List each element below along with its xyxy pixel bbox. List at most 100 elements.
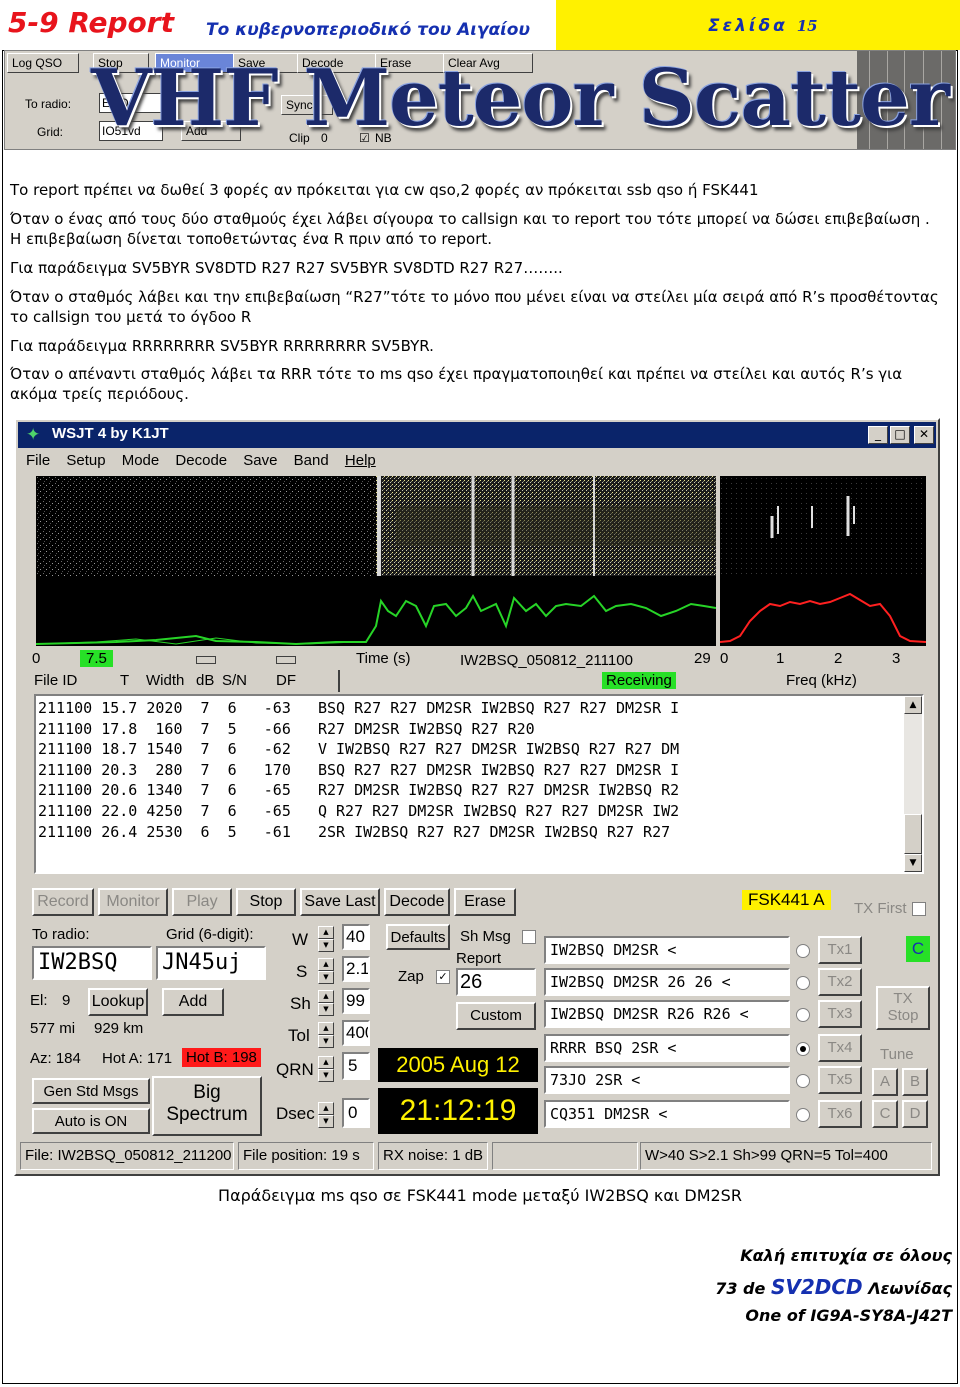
to-radio-field: IW2BSQ [32,946,152,980]
menu-file: File [26,452,51,469]
play-button: Play [172,888,232,916]
distance-km: 929 km [94,1020,144,1037]
banner-image: Log QSO Stop Monitor Save Decode Erase C… [4,50,956,150]
tx4-button: Tx4 [818,1034,862,1062]
mode-indicator: FSK441 A [742,890,831,910]
menu-decode: Decode [175,452,228,469]
decode-button: Decode [384,888,450,916]
param-w-label: W [292,930,309,949]
add-button: Add [162,988,224,1016]
param-dsec-spinner: ▲ ▼ [318,1102,334,1128]
magazine-subtitle: Το κυβερνοπεριοδικό του Αιγαίου [206,20,530,40]
banner-title: VHF Meteor Scatter [91,53,950,144]
scroll-up-icon: ▲ [904,696,922,714]
tx5-radio [796,1074,810,1088]
col-file-id: File ID [34,672,78,689]
azimuth: Az: 184 [30,1050,81,1067]
param-s-label: S [296,962,308,981]
header-page-box: Σελίδα 15 [556,0,960,50]
param-qrn-spinner: ▲ ▼ [318,1056,334,1082]
decoded-row: 211100 17.8 160 7 5 -66 R27 DM2SR IW2BSQ… [38,719,535,738]
status-file-position: File position: 19 s [238,1142,374,1170]
zap-label: Zap [398,968,424,985]
menu-band: Band [293,452,329,469]
sh-msg-label: Sh Msg [460,928,511,945]
a-button: A [872,1068,898,1096]
time-axis-slider-1 [196,656,216,664]
param-qrn-value: 5 [342,1052,370,1080]
time-axis-marker: 7.5 [80,650,113,667]
time-axis-label: Time (s) [356,650,411,667]
hot-a: Hot A: 171 [102,1050,173,1067]
tx2-message: IW2BSQ DM2SR 26 26 < [544,968,790,996]
col-df: DF [276,672,296,689]
decoded-row: 211100 18.7 1540 7 6 -62 V IW2BSQ R27 R2… [38,740,680,759]
monitor-button: Monitor [98,888,168,916]
freq-spectrum-graphic [720,476,926,643]
zap-checkbox: ✓ [436,970,450,984]
tx1-radio [796,944,810,958]
paragraph-confirmation: Όταν ο ένας από τους δύο σταθμούς έχει λ… [10,210,930,248]
time-spectrogram-graphic [36,476,716,646]
menu-setup: Setup [66,452,106,469]
d-button: D [902,1100,928,1128]
page-indicator: Σελίδα 15 [708,16,818,36]
grid-field: JN45uj [156,946,266,980]
distance-mi: 577 mi [30,1020,76,1037]
tx4-radio [796,1042,810,1056]
tune-label: Tune [880,1046,914,1063]
time-axis-slider-2 [276,656,296,664]
freq-spectrum [720,476,926,646]
banner-log-qso-button: Log QSO [7,53,79,73]
gen-std-msgs-button: Gen Std Msgs [32,1078,150,1104]
decoded-row: 211100 20.6 1340 7 6 -65 R27 DM2SR IW2BS… [38,781,680,800]
param-sh-label: Sh [290,994,311,1013]
b-button: B [902,1068,928,1096]
status-rx-noise: RX noise: 1 dB [378,1142,488,1170]
time-display: 21:12:19 [378,1088,538,1134]
signature-line-3: One of IG9A-SY8A-J42T [745,1306,952,1325]
time-axis-start: 0 [32,650,41,667]
tx2-button: Tx2 [818,968,862,996]
tx2-radio [796,976,810,990]
c-button: C [872,1100,898,1128]
signature-callsign: SV2DCD [770,1275,863,1299]
wsjt-titlebar: ✦ WSJT 4 by K1JT _ □ ✕ [18,422,936,448]
c-indicator: C [906,936,930,962]
wsjt-app-icon: ✦ [26,425,41,445]
tx6-message: CQ351 DM2SR < [544,1100,790,1128]
param-dsec-value: 0 [342,1098,370,1128]
defaults-button: Defaults [386,924,450,950]
save-last-button: Save Last [300,888,380,916]
param-w-spinner: ▲ ▼ [318,926,334,952]
param-s-spinner: ▲ ▼ [318,958,334,984]
wsjt-menubar: File Setup Mode Decode Save Band Help [26,452,388,472]
maximize-icon: □ [890,426,910,444]
wsjt-window-title: WSJT 4 by K1JT [52,425,169,442]
col-sn: S/N [222,672,248,689]
decoded-text-area: 211100 15.7 2020 7 6 -63 BSQ R27 R27 DM2… [34,694,924,874]
time-axis-filename: IW2BSQ_050812_211100 [460,652,633,669]
paragraph-rrr-sequence: Όταν ο σταθμός λάβει και την επιβεβαίωση… [10,288,939,326]
signature-name: Λεωνίδας [868,1279,952,1298]
decode-scrollbar: ▲ ▼ [904,696,922,872]
tx6-radio [796,1108,810,1122]
stop-button: Stop [236,888,296,916]
section-title: 5-9 Report [8,6,174,39]
close-icon: ✕ [914,426,934,444]
header-left: 5-9 Report Το κυβερνοπεριοδικό του Αιγαί… [0,0,556,50]
banner-grid-label: Grid: [37,125,64,139]
tx1-button: Tx1 [818,936,862,964]
freq-tick-1: 1 [776,650,785,667]
record-button: Record [32,888,94,916]
auto-button: Auto is ON [32,1108,150,1134]
status-empty [492,1142,638,1170]
minimize-icon: _ [868,426,888,444]
time-axis-end: 29 [694,650,711,667]
menu-mode: Mode [121,452,160,469]
tx3-radio [796,1008,810,1022]
status-bar: File: IW2BSQ_050812_211200 File position… [20,1142,934,1170]
decoded-row: 211100 22.0 4250 7 6 -65 Q R27 R27 DM2SR… [38,801,680,820]
banner-to-radio-label: To radio: [25,97,72,111]
freq-tick-3: 3 [892,650,901,667]
